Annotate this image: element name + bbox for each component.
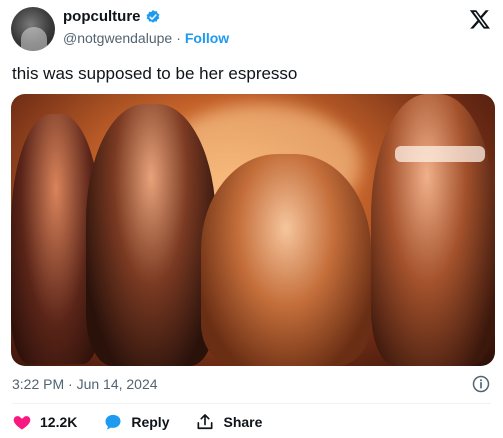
follow-button[interactable]: Follow: [185, 30, 229, 46]
reply-icon: [105, 414, 121, 430]
share-icon: [197, 414, 213, 430]
post-header: popculture @notgwendalupe · Follow: [0, 0, 503, 56]
verified-badge-icon: [146, 9, 159, 23]
heart-icon: [13, 416, 31, 430]
figure-center-woman: [201, 154, 371, 366]
figure-right-man: [371, 94, 495, 366]
reply-button[interactable]: Reply: [103, 412, 169, 432]
divider: [12, 403, 491, 404]
share-label: Share: [223, 414, 263, 430]
like-count: 12.2K: [40, 414, 78, 430]
action-bar: 12.2K Reply Share: [12, 412, 288, 432]
x-logo-icon[interactable]: [469, 8, 491, 30]
share-button[interactable]: Share: [195, 412, 262, 432]
separator-dot: ·: [176, 30, 181, 46]
user-handle[interactable]: @notgwendalupe: [63, 30, 172, 46]
post-media-video[interactable]: [11, 94, 495, 366]
reply-label: Reply: [131, 414, 170, 430]
post-text: this was supposed to be her espresso: [12, 64, 298, 83]
info-icon[interactable]: [471, 374, 491, 394]
glasses-shape: [395, 146, 485, 162]
like-button[interactable]: 12.2K: [12, 412, 77, 432]
post-timestamp[interactable]: 3:22 PM · Jun 14, 2024: [12, 376, 158, 392]
display-name[interactable]: popculture: [63, 8, 141, 25]
figure-man-suit: [86, 104, 216, 366]
name-row: popculture: [63, 8, 161, 25]
handle-row: @notgwendalupe · Follow: [63, 30, 229, 46]
avatar[interactable]: [11, 7, 55, 51]
